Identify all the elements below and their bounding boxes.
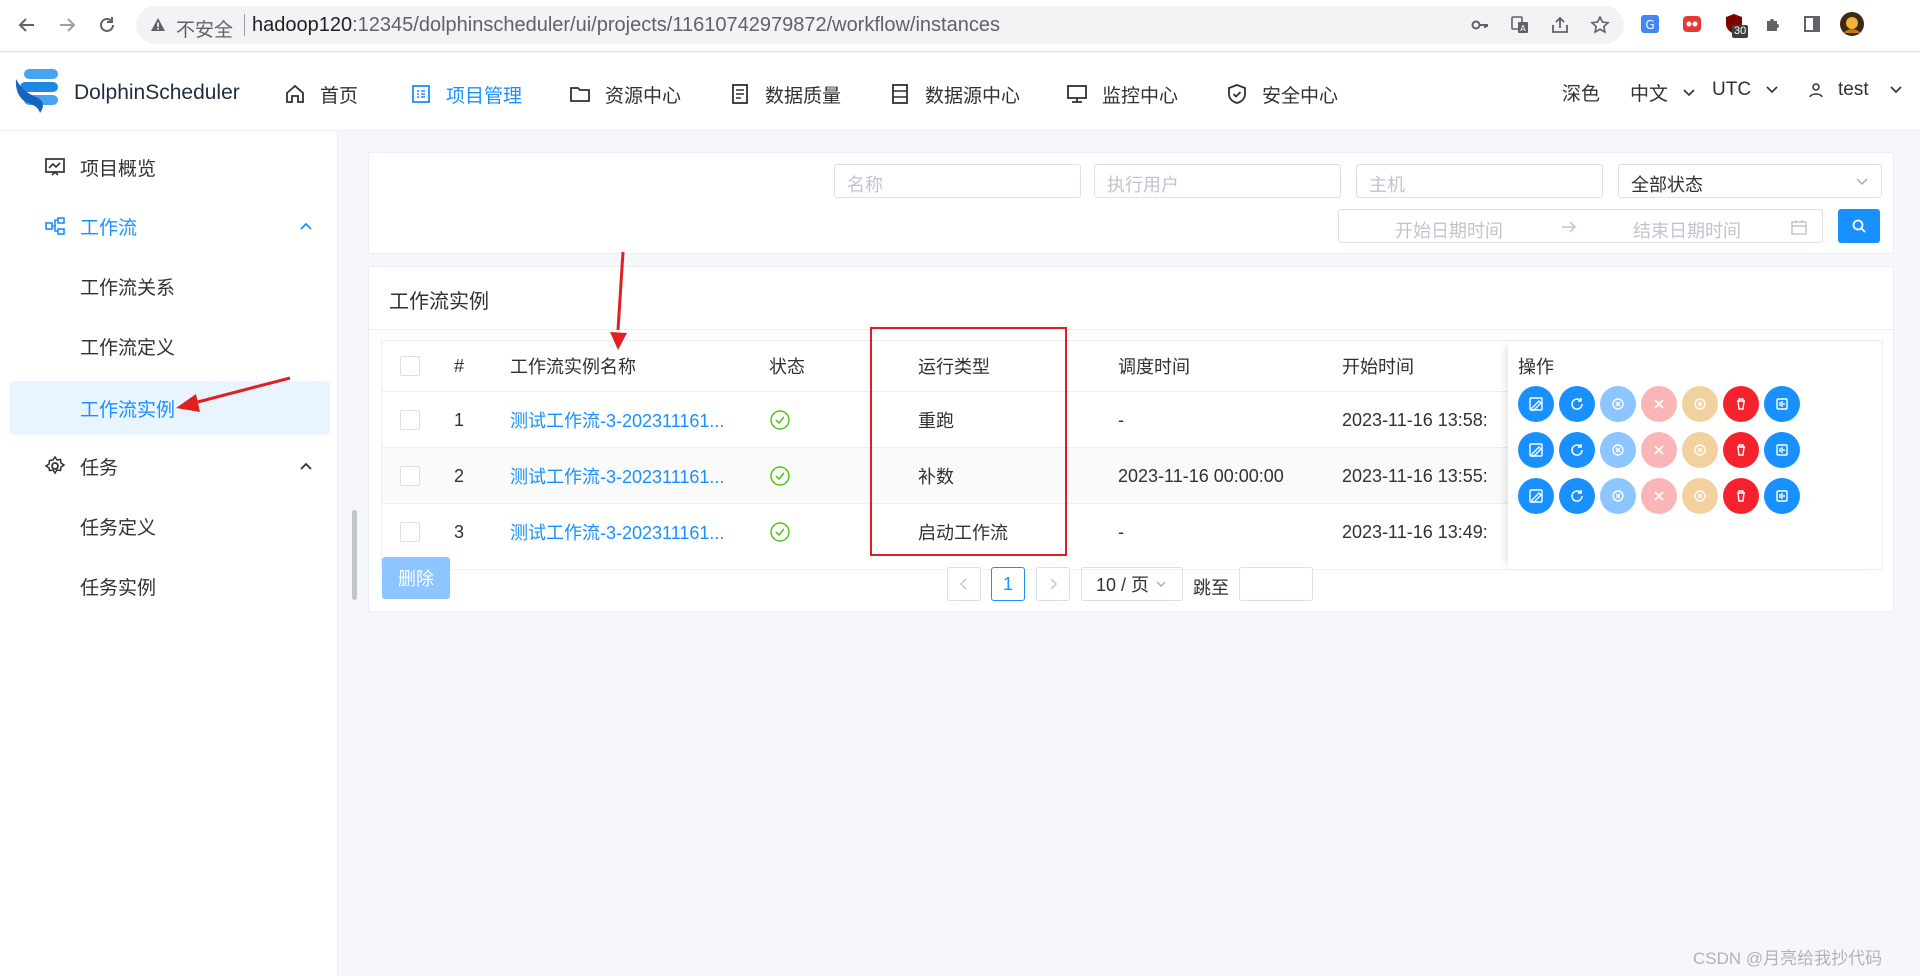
prev-page-button[interactable] [947,567,981,601]
chevron-down-icon [1156,581,1166,587]
page-size-value: 10 / 页 [1096,575,1150,595]
chevron-left-icon [959,578,967,590]
jump-label: 跳至 [1193,578,1229,598]
jump-page-input[interactable] [1239,567,1313,601]
annotation-arrows [176,251,627,412]
page-size-select[interactable]: 10 / 页 [1081,567,1183,601]
annotation-arrowhead [176,394,200,412]
watermark: CSDN @月亮给我抄代码 [1693,949,1883,968]
annotation-arrow-left [189,376,291,406]
page-number-button[interactable]: 1 [991,567,1025,601]
annotation-arrow-down [616,251,625,331]
delete-button[interactable]: 删除 [382,557,450,599]
next-page-button[interactable] [1036,567,1070,601]
annotation-arrowhead [610,332,627,350]
chevron-right-icon [1050,578,1058,590]
